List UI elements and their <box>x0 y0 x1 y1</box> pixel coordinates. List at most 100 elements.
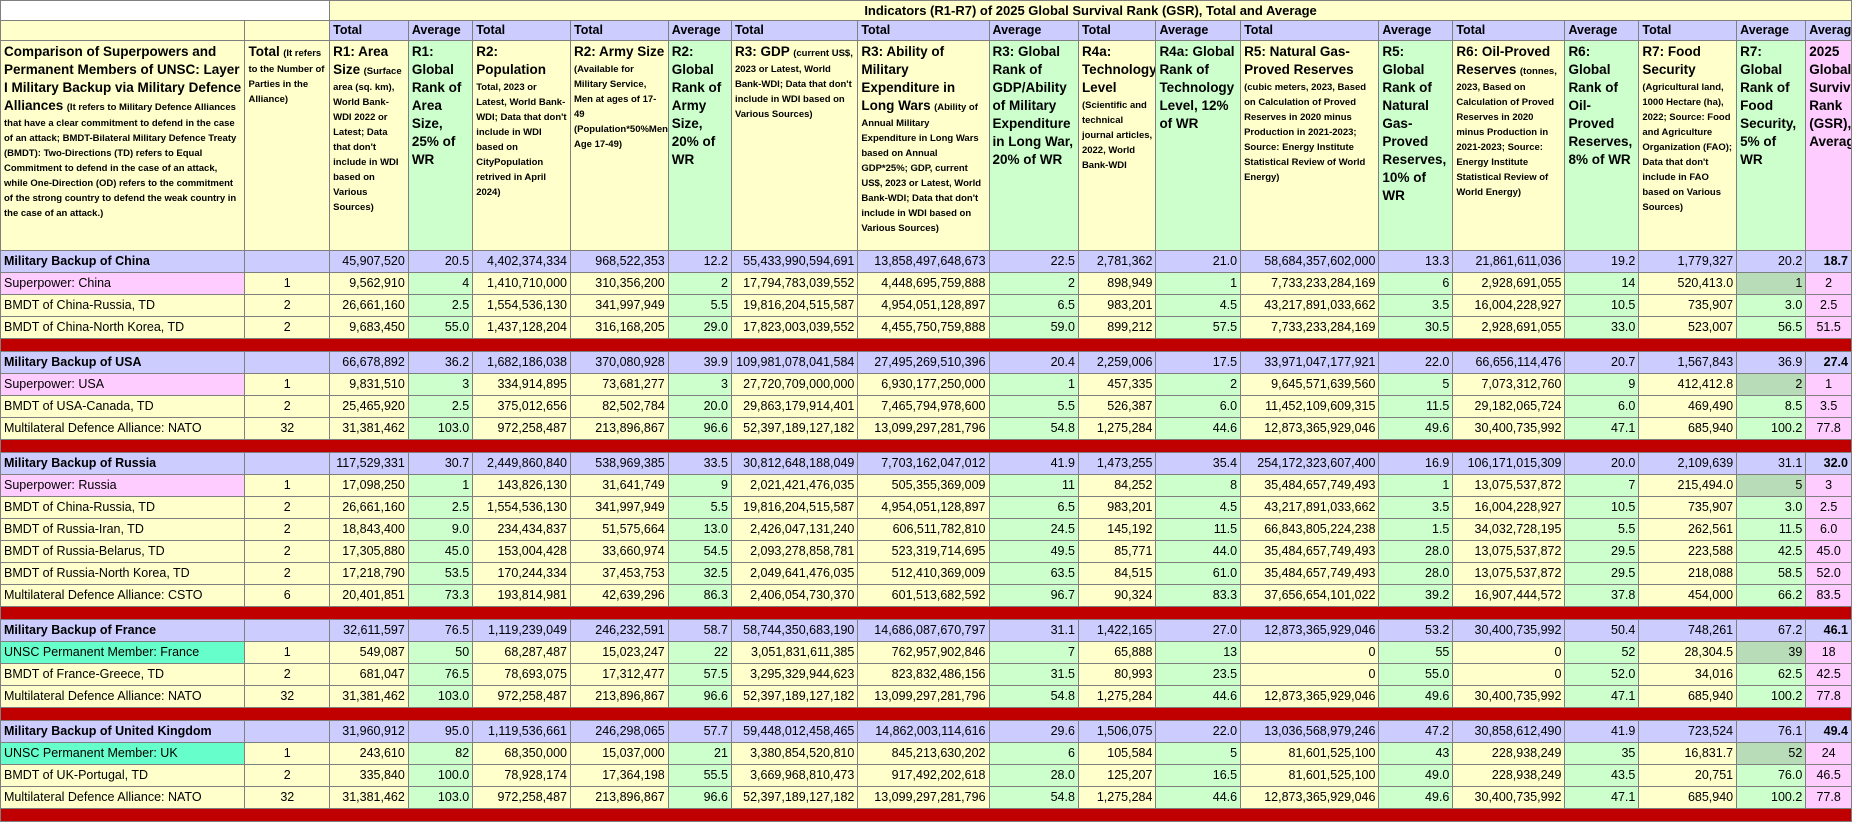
data-cell[interactable]: 47.1 <box>1564 417 1640 440</box>
data-cell[interactable]: 170,244,334 <box>472 562 571 585</box>
data-cell[interactable]: 90,324 <box>1077 584 1157 607</box>
data-cell[interactable]: 341,997,949 <box>569 294 669 317</box>
data-cell[interactable]: 96.6 <box>667 685 732 708</box>
data-cell[interactable]: 823,832,486,156 <box>857 663 990 686</box>
data-cell[interactable]: 24 <box>1805 742 1852 765</box>
data-cell[interactable]: 77.8 <box>1805 786 1852 809</box>
data-cell[interactable]: 762,957,902,846 <box>857 641 990 664</box>
data-cell[interactable]: 53.2 <box>1378 619 1454 642</box>
data-cell[interactable]: 2,049,641,476,035 <box>730 562 859 585</box>
data-cell[interactable]: 29.0 <box>667 316 732 339</box>
subheader-cell[interactable]: Total <box>472 20 571 41</box>
data-cell[interactable]: 109,981,078,041,584 <box>730 351 859 374</box>
data-cell[interactable]: 103.0 <box>407 685 474 708</box>
data-cell[interactable]: 76.5 <box>407 619 474 642</box>
data-cell[interactable]: 1,119,536,661 <box>472 720 571 743</box>
data-cell[interactable]: 82 <box>407 742 474 765</box>
data-cell[interactable]: 1,437,128,204 <box>472 316 571 339</box>
header-r6[interactable]: R6: Oil-Proved Reserves (tonnes, 2023, B… <box>1452 40 1566 251</box>
data-cell[interactable]: 51.5 <box>1805 316 1852 339</box>
data-cell[interactable]: 46.5 <box>1805 764 1852 787</box>
data-cell[interactable]: 17,098,250 <box>329 474 409 497</box>
data-cell[interactable]: 68,287,487 <box>472 641 571 664</box>
data-cell[interactable]: 96.7 <box>988 584 1079 607</box>
subheader-cell[interactable]: Total <box>329 20 409 41</box>
data-cell[interactable]: 2 <box>244 294 331 317</box>
data-cell[interactable]: 37,656,654,101,022 <box>1240 584 1380 607</box>
data-cell[interactable]: 14,686,087,670,797 <box>857 619 990 642</box>
header-r5-avg[interactable]: R5: Global Rank of Natural Gas-Proved Re… <box>1378 40 1454 251</box>
data-cell[interactable]: 723,524 <box>1638 720 1738 743</box>
data-cell[interactable]: 968,522,353 <box>569 250 669 273</box>
data-cell[interactable]: 41.9 <box>1564 720 1640 743</box>
data-cell[interactable]: 218,088 <box>1638 562 1738 585</box>
header-r3-avg[interactable]: R3: Global Rank of GDP/Ability of Milita… <box>988 40 1079 251</box>
data-cell[interactable]: 29.5 <box>1564 540 1640 563</box>
data-cell[interactable]: 52 <box>1736 742 1807 765</box>
header-r4[interactable]: R4a: Technology Level (Scientific and te… <box>1077 40 1157 251</box>
data-cell[interactable]: 12,873,365,929,046 <box>1240 417 1380 440</box>
data-cell[interactable]: 6.0 <box>1805 518 1852 541</box>
data-cell[interactable]: 52.0 <box>1564 663 1640 686</box>
data-cell[interactable]: 49.4 <box>1805 720 1852 743</box>
data-cell[interactable]: 85,771 <box>1077 540 1157 563</box>
data-cell[interactable]: 36.2 <box>407 351 474 374</box>
data-cell[interactable]: 84,252 <box>1077 474 1157 497</box>
data-cell[interactable]: 334,914,895 <box>472 373 571 396</box>
data-cell[interactable]: 2,426,047,131,240 <box>730 518 859 541</box>
data-cell[interactable]: 505,355,369,009 <box>857 474 990 497</box>
data-cell[interactable]: 2 <box>244 562 331 585</box>
data-cell[interactable]: 25,465,920 <box>329 395 409 418</box>
data-cell[interactable]: 2.5 <box>407 496 474 519</box>
data-cell[interactable]: 66,678,892 <box>329 351 409 374</box>
data-cell[interactable]: 16,004,228,927 <box>1452 496 1566 519</box>
row-label-cell[interactable]: Superpower: USA <box>0 373 246 396</box>
data-cell[interactable]: 31,381,462 <box>329 685 409 708</box>
row-label-cell[interactable]: BMDT of China-Russia, TD <box>0 496 246 519</box>
data-cell[interactable] <box>244 720 331 743</box>
data-cell[interactable]: 899,212 <box>1077 316 1157 339</box>
data-cell[interactable]: 4,455,750,759,888 <box>857 316 990 339</box>
data-cell[interactable]: 2.5 <box>407 395 474 418</box>
data-cell[interactable]: 49.6 <box>1378 685 1454 708</box>
data-cell[interactable]: 32 <box>244 786 331 809</box>
data-cell[interactable]: 20.2 <box>1736 250 1807 273</box>
data-cell[interactable]: 1,275,284 <box>1077 417 1157 440</box>
data-cell[interactable]: 246,232,591 <box>569 619 669 642</box>
data-cell[interactable]: 32 <box>244 417 331 440</box>
data-cell[interactable]: 341,997,949 <box>569 496 669 519</box>
row-label-cell[interactable]: Multilateral Defence Alliance: NATO <box>0 685 246 708</box>
row-label-cell[interactable]: BMDT of France-Greece, TD <box>0 663 246 686</box>
data-cell[interactable]: 20.0 <box>1564 452 1640 475</box>
data-cell[interactable]: 457,335 <box>1077 373 1157 396</box>
data-cell[interactable]: 100.2 <box>1736 685 1807 708</box>
data-cell[interactable]: 47.1 <box>1564 786 1640 809</box>
data-cell[interactable]: 14 <box>1564 272 1640 295</box>
data-cell[interactable]: 2 <box>244 395 331 418</box>
data-cell[interactable]: 18.7 <box>1805 250 1852 273</box>
data-cell[interactable]: 39.9 <box>667 351 732 374</box>
data-cell[interactable]: 22.0 <box>1155 720 1242 743</box>
row-label-cell[interactable]: UNSC Permanent Member: France <box>0 641 246 664</box>
data-cell[interactable]: 55.5 <box>667 764 732 787</box>
data-cell[interactable]: 4.5 <box>1155 496 1242 519</box>
subheader-cell[interactable]: Average <box>667 20 732 41</box>
data-cell[interactable]: 9.0 <box>407 518 474 541</box>
header-r4-avg[interactable]: R4a: Global Rank of Technology Level, 12… <box>1155 40 1242 251</box>
data-cell[interactable]: 52,397,189,127,182 <box>730 685 859 708</box>
data-cell[interactable]: 47.1 <box>1564 685 1640 708</box>
data-cell[interactable]: 66.2 <box>1736 584 1807 607</box>
data-cell[interactable]: 246,298,065 <box>569 720 669 743</box>
subheader-blank-a[interactable] <box>0 20 246 41</box>
data-cell[interactable]: 83.3 <box>1155 584 1242 607</box>
data-cell[interactable]: 15,023,247 <box>569 641 669 664</box>
data-cell[interactable]: 59,448,012,458,465 <box>730 720 859 743</box>
data-cell[interactable]: 7 <box>988 641 1079 664</box>
data-cell[interactable]: 983,201 <box>1077 496 1157 519</box>
data-cell[interactable]: 35,484,657,749,493 <box>1240 562 1380 585</box>
data-cell[interactable]: 685,940 <box>1638 685 1738 708</box>
data-cell[interactable] <box>244 250 331 273</box>
subheader-cell[interactable]: Total <box>1452 20 1566 41</box>
data-cell[interactable]: 31.1 <box>1736 452 1807 475</box>
data-cell[interactable]: 33,971,047,177,921 <box>1240 351 1380 374</box>
